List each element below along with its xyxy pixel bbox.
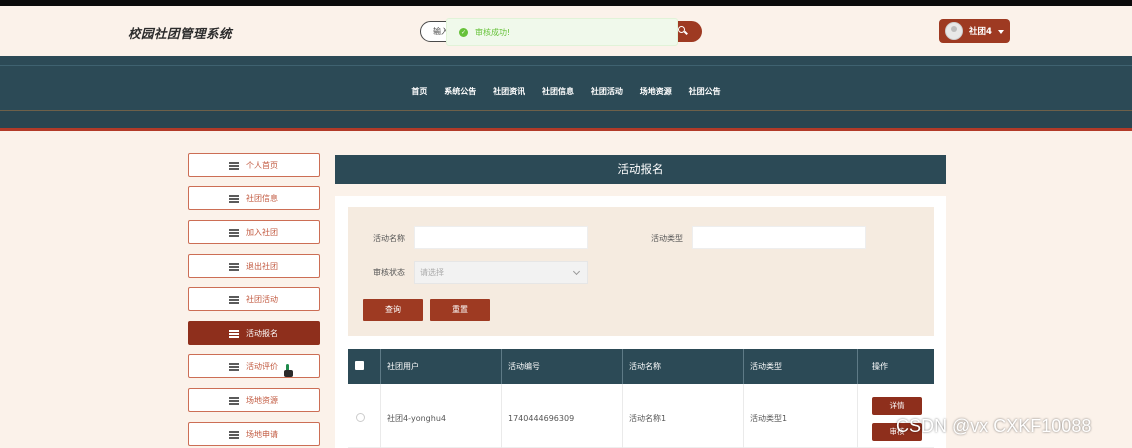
page-title: 活动报名 bbox=[335, 155, 946, 184]
list-icon bbox=[229, 162, 239, 170]
sidebar-item-quit-club[interactable]: 退出社团 bbox=[188, 254, 320, 278]
sidebar-item-venue-application[interactable]: 场地申请 bbox=[188, 422, 320, 446]
list-icon bbox=[229, 296, 239, 304]
site-title: 校园社团管理系统 bbox=[128, 26, 233, 41]
nav-item-venues[interactable]: 场地资源 bbox=[640, 86, 672, 97]
column-header: 活动名称 bbox=[623, 349, 744, 384]
column-header: 社团用户 bbox=[381, 349, 502, 384]
sidebar-item-home[interactable]: 个人首页 bbox=[188, 153, 320, 177]
activity-type-label: 活动类型 bbox=[651, 234, 683, 243]
user-name: 社团4 bbox=[969, 27, 992, 37]
list-icon bbox=[229, 431, 239, 439]
sidebar-item-label: 退出社团 bbox=[246, 262, 278, 271]
nav-item-home[interactable]: 首页 bbox=[411, 86, 427, 97]
chevron-down-icon bbox=[998, 30, 1004, 34]
sidebar-item-label: 活动评价 bbox=[246, 362, 278, 371]
table-header: 社团用户 活动编号 活动名称 活动类型 操作 bbox=[348, 349, 934, 384]
avatar bbox=[945, 22, 963, 40]
sidebar-item-activity-review[interactable]: 活动评价 bbox=[188, 354, 320, 378]
sidebar-item-label: 社团信息 bbox=[246, 194, 278, 203]
cell-type: 活动类型1 bbox=[744, 384, 858, 448]
nav-item-announcements[interactable]: 系统公告 bbox=[444, 86, 476, 97]
select-all-checkbox[interactable] bbox=[355, 361, 364, 370]
cell-user: 社团4-yonghu4 bbox=[381, 384, 502, 448]
column-header: 活动类型 bbox=[744, 349, 858, 384]
sidebar-item-club-activities[interactable]: 社团活动 bbox=[188, 287, 320, 311]
nav-item-club-news[interactable]: 社团资讯 bbox=[493, 86, 525, 97]
filter-form: 活动名称 活动类型 审核状态 请选择 查询 重置 bbox=[348, 207, 934, 336]
column-header: 操作 bbox=[872, 362, 888, 371]
watermark: CSDN @vx CXKF10088 bbox=[896, 416, 1092, 436]
sidebar-item-club-info[interactable]: 社团信息 bbox=[188, 186, 320, 210]
search-icon bbox=[678, 26, 685, 33]
sidebar-item-label: 活动报名 bbox=[246, 329, 278, 338]
reset-button[interactable]: 重置 bbox=[430, 299, 490, 321]
select-placeholder: 请选择 bbox=[420, 268, 444, 277]
cell-code: 1740444696309 bbox=[502, 384, 623, 448]
column-header: 活动编号 bbox=[502, 349, 623, 384]
query-button[interactable]: 查询 bbox=[363, 299, 423, 321]
check-circle-icon: ✓ bbox=[459, 28, 468, 37]
sidebar-item-label: 场地申请 bbox=[246, 430, 278, 439]
table-row: 社团4-yonghu4 1740444696309 活动名称1 活动类型1 详情… bbox=[348, 384, 934, 448]
list-icon bbox=[229, 363, 239, 371]
activity-type-input[interactable] bbox=[692, 226, 866, 249]
sidebar-item-label: 加入社团 bbox=[246, 228, 278, 237]
detail-button[interactable]: 详情 bbox=[872, 397, 922, 415]
divider bbox=[0, 65, 1132, 66]
toast-message: 审核成功! bbox=[475, 28, 511, 37]
row-checkbox[interactable] bbox=[356, 413, 365, 422]
activity-name-input[interactable] bbox=[414, 226, 588, 249]
nav-item-club-info[interactable]: 社团信息 bbox=[542, 86, 574, 97]
main-nav: 首页 系统公告 社团资讯 社团信息 社团活动 场地资源 社团公告 bbox=[0, 86, 1132, 97]
nav-item-club-notices[interactable]: 社团公告 bbox=[689, 86, 721, 97]
list-icon bbox=[229, 263, 239, 271]
cell-name: 活动名称1 bbox=[623, 384, 744, 448]
accent-line bbox=[0, 128, 1132, 131]
success-toast: ✓ 审核成功! bbox=[446, 18, 678, 46]
list-icon bbox=[229, 397, 239, 405]
nav-band-lower bbox=[0, 111, 1132, 128]
sidebar-item-label: 社团活动 bbox=[246, 295, 278, 304]
activity-name-label: 活动名称 bbox=[373, 234, 405, 243]
sidebar-item-label: 场地资源 bbox=[246, 396, 278, 405]
chevron-down-icon bbox=[572, 267, 581, 276]
nav-band: 首页 系统公告 社团资讯 社团信息 社团活动 场地资源 社团公告 bbox=[0, 56, 1132, 131]
nav-item-club-activities[interactable]: 社团活动 bbox=[591, 86, 623, 97]
row-select-cell bbox=[348, 384, 381, 448]
sidebar-item-label: 个人首页 bbox=[246, 161, 278, 170]
select-all-cell bbox=[348, 349, 381, 384]
hand-cursor-icon bbox=[284, 364, 294, 378]
user-menu-button[interactable]: 社团4 bbox=[939, 19, 1010, 43]
sidebar-item-activity-signup[interactable]: 活动报名 bbox=[188, 321, 320, 345]
list-icon bbox=[229, 330, 239, 338]
sidebar-item-venues[interactable]: 场地资源 bbox=[188, 388, 320, 412]
list-icon bbox=[229, 229, 239, 237]
sidebar-item-join-club[interactable]: 加入社团 bbox=[188, 220, 320, 244]
list-icon bbox=[229, 195, 239, 203]
review-status-select[interactable]: 请选择 bbox=[414, 261, 588, 284]
review-status-label: 审核状态 bbox=[373, 268, 405, 277]
